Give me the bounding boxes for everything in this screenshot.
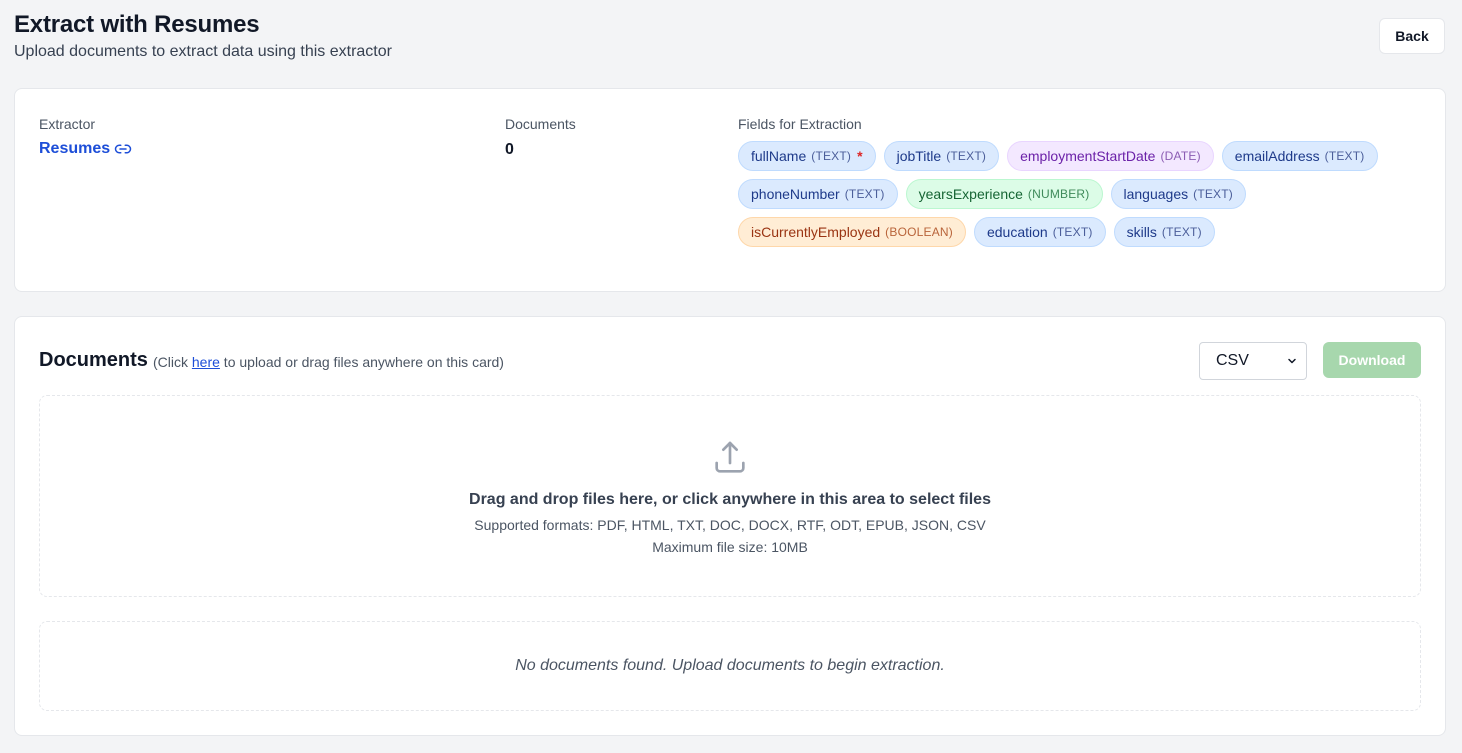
field-name: yearsExperience [918, 186, 1023, 202]
field-chip: jobTitle (TEXT) [883, 141, 1000, 171]
field-name: jobTitle [896, 148, 942, 164]
field-name: skills [1126, 224, 1157, 240]
field-type: (TEXT) [844, 187, 885, 201]
documents-label: Documents [505, 116, 576, 132]
field-chip: fullName (TEXT) * [738, 141, 876, 171]
documents-count: 0 [505, 141, 514, 158]
upload-hint-prefix: (Click [153, 354, 192, 370]
page-title: Extract with Resumes [14, 11, 260, 38]
field-name: phoneNumber [751, 186, 840, 202]
field-chip: phoneNumber (TEXT) [738, 179, 898, 209]
back-button[interactable]: Back [1379, 18, 1445, 54]
field-type: (DATE) [1160, 149, 1201, 163]
extractor-info-card: Extractor Resumes Documents 0 Fields for… [14, 88, 1446, 292]
field-chip: employmentStartDate (DATE) [1007, 141, 1214, 171]
field-type: (NUMBER) [1027, 187, 1090, 201]
field-type: (BOOLEAN) [885, 225, 953, 239]
field-name: languages [1123, 186, 1189, 202]
upload-link[interactable]: here [192, 354, 220, 370]
field-type: (TEXT) [1193, 187, 1233, 201]
upload-hint: (Click here to upload or drag files anyw… [153, 354, 504, 370]
documents-title: Documents [39, 349, 148, 371]
field-type: (TEXT) [1052, 225, 1093, 239]
page-subtitle: Upload documents to extract data using t… [14, 43, 392, 60]
field-type: (TEXT) [1161, 225, 1202, 239]
field-name: emailAddress [1234, 148, 1320, 164]
link-icon [114, 144, 132, 154]
extractor-link[interactable]: Resumes [39, 140, 132, 158]
max-file-size: Maximum file size: 10MB [652, 539, 808, 555]
field-type: (TEXT) [1324, 149, 1365, 163]
page-header: Extract with Resumes Upload documents to… [14, 10, 392, 63]
extractor-label: Extractor [39, 116, 96, 132]
field-type: (TEXT) [946, 149, 987, 163]
fields-list: fullName (TEXT) * jobTitle (TEXT) employmentS… [738, 141, 1418, 247]
upload-hint-suffix: to upload or drag files anywhere on this… [219, 354, 504, 370]
field-name: employmentStartDate [1020, 148, 1156, 164]
field-chip: languages (TEXT) [1110, 179, 1246, 209]
field-name: isCurrentlyEmployed [751, 224, 881, 240]
field-chip: education (TEXT) [973, 217, 1106, 247]
required-marker: * [857, 148, 863, 164]
field-chip: isCurrentlyEmployed (BOOLEAN) [738, 217, 966, 247]
empty-documents-message: No documents found. Upload documents to … [39, 621, 1421, 711]
supported-formats: Supported formats: PDF, HTML, TXT, DOC, … [474, 517, 986, 533]
upload-icon [715, 441, 745, 473]
export-format-value: CSV [1216, 352, 1249, 369]
field-type: (TEXT) [811, 149, 852, 163]
field-name: education [986, 224, 1048, 240]
field-chip: skills (TEXT) [1113, 217, 1215, 247]
documents-card: Documents (Click here to upload or drag … [14, 316, 1446, 736]
field-chip: emailAddress (TEXT) [1221, 141, 1378, 171]
file-dropzone[interactable]: Drag and drop files here, or click anywh… [39, 395, 1421, 597]
extractor-name: Resumes [39, 140, 111, 157]
download-button[interactable]: Download [1323, 342, 1421, 378]
field-chip: yearsExperience (NUMBER) [905, 179, 1103, 209]
export-format-select[interactable]: CSV [1199, 342, 1307, 380]
chevron-down-icon [1288, 358, 1296, 364]
fields-label: Fields for Extraction [738, 116, 862, 132]
dropzone-instruction: Drag and drop files here, or click anywh… [469, 491, 991, 508]
field-name: fullName [751, 148, 807, 164]
